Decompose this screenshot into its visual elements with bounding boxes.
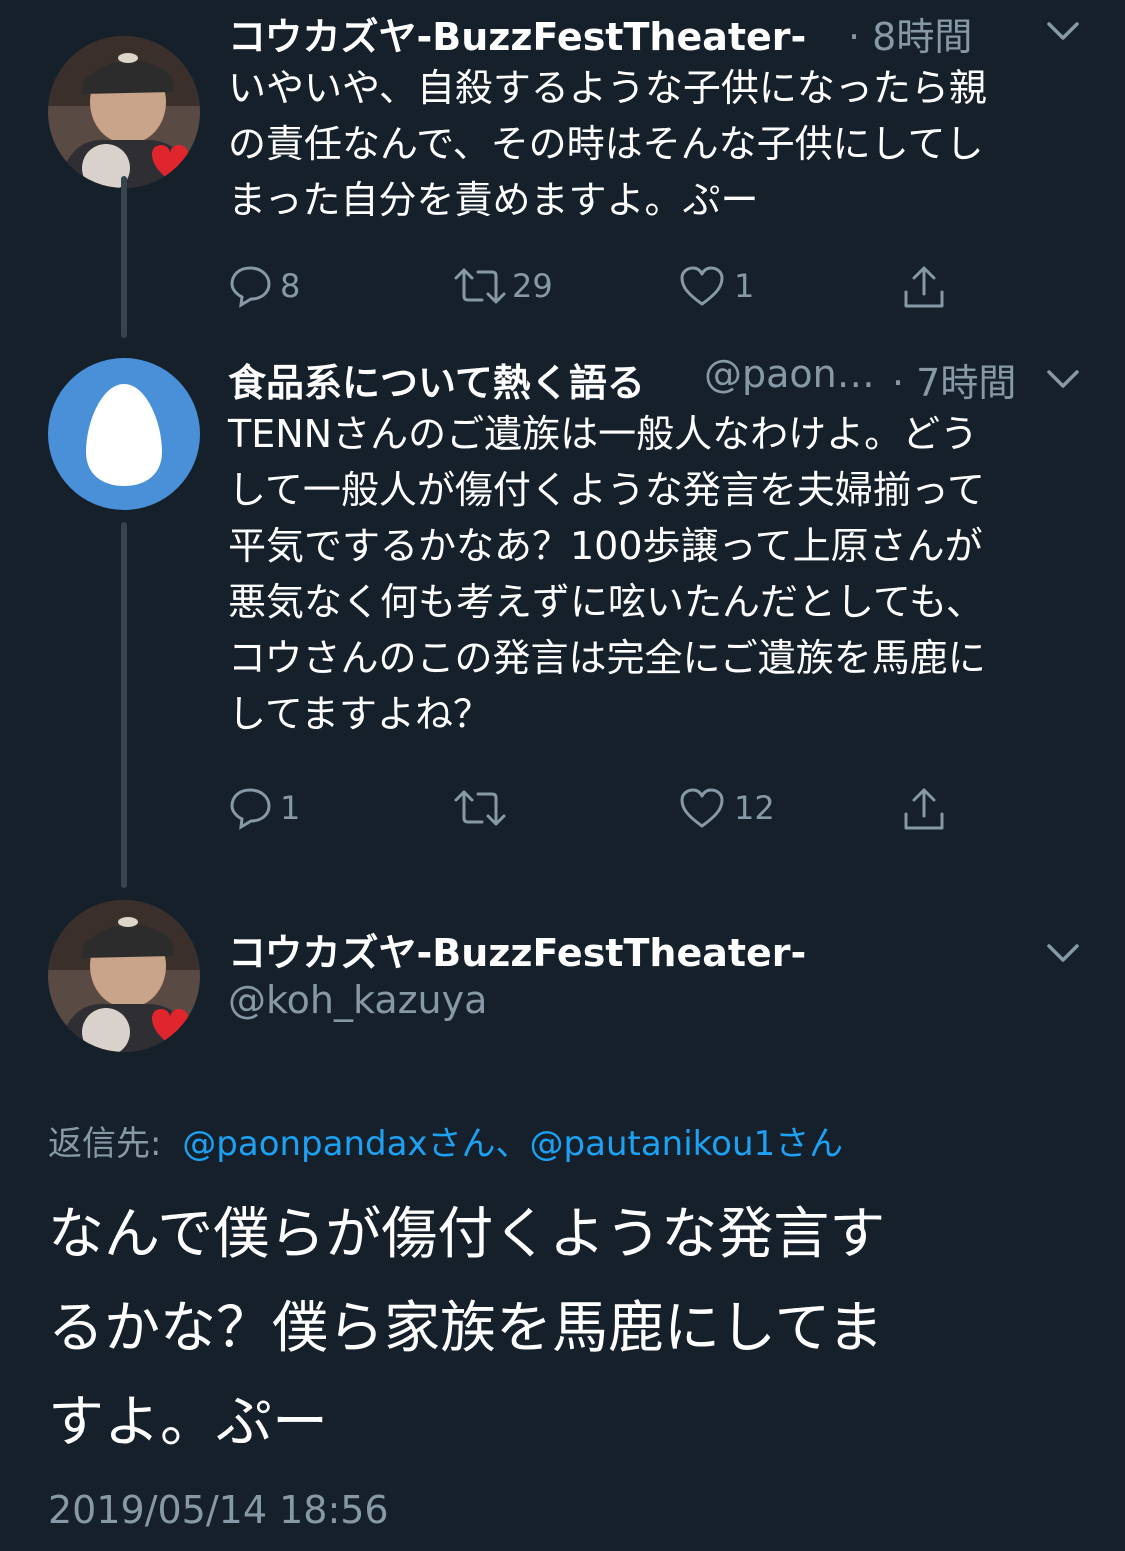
tweet-text: TENNさんのご遺族は一般人なわけよ。どう して一般人が傷付くような発言を夫婦揃… <box>228 412 986 736</box>
reply-button[interactable]: 1 <box>228 786 300 830</box>
retweet-count: 29 <box>512 267 553 305</box>
like-button[interactable]: 12 <box>678 786 775 830</box>
share-icon <box>904 788 944 830</box>
reply-button[interactable]: 8 <box>228 264 300 308</box>
heart-icon <box>680 788 724 828</box>
reply-to-line: 返信先: @paonpandaxさん、@pautanikou1さん <box>48 1116 843 1165</box>
user-avatar[interactable] <box>48 900 200 1052</box>
tweet-text: いやいや、自殺するような子供になったら親 の責任なんで、その時はそんな子供にして… <box>228 66 987 222</box>
reply-to-label: 返信先: <box>48 1124 162 1164</box>
retweet-button[interactable] <box>452 786 512 830</box>
chevron-down-icon[interactable] <box>1046 20 1080 44</box>
tweet-timestamp[interactable]: 2019/05/14 18:56 <box>48 1488 389 1532</box>
avatar-photo <box>48 900 200 1052</box>
tweet-time[interactable]: · 7時間 <box>892 352 1016 407</box>
heart-icon <box>680 266 724 306</box>
tweet-author-name[interactable]: 食品系について熱く語る <box>228 352 645 407</box>
default-egg-avatar <box>48 358 200 510</box>
reply-to-users[interactable]: @paonpandaxさん、@pautanikou1さん <box>182 1124 843 1164</box>
main-tweet-author-name[interactable]: コウカズヤ-BuzzFestTheater- <box>228 922 806 977</box>
share-icon <box>904 266 944 308</box>
user-avatar[interactable] <box>48 36 200 188</box>
chevron-down-icon[interactable] <box>1046 368 1080 392</box>
tweet-author-handle[interactable]: @paon… <box>704 352 875 396</box>
main-tweet-author-handle[interactable]: @koh_kazuya <box>228 978 487 1022</box>
reply-icon <box>230 266 271 308</box>
main-tweet-text: なんで僕らが傷付くような発言す るかな？僕ら家族を馬鹿にしてま すよ。ぷー <box>48 1202 886 1455</box>
tweet-time[interactable]: · 8時間 <box>848 6 972 61</box>
share-button[interactable] <box>900 262 948 312</box>
reply-icon <box>230 788 271 830</box>
reply-count: 8 <box>280 267 301 305</box>
retweet-icon <box>454 790 506 826</box>
reply-count: 1 <box>280 789 301 827</box>
retweet-icon <box>454 268 506 304</box>
chevron-down-icon[interactable] <box>1046 942 1080 966</box>
thread-connector <box>121 522 127 888</box>
tweet-author-name[interactable]: コウカズヤ-BuzzFestTheater- <box>228 6 806 61</box>
like-button[interactable]: 1 <box>678 264 754 308</box>
share-button[interactable] <box>900 784 948 834</box>
avatar-photo <box>48 36 200 188</box>
like-count: 1 <box>734 267 755 305</box>
thread-connector <box>121 176 127 338</box>
user-avatar[interactable] <box>48 358 200 510</box>
like-count: 12 <box>734 789 775 827</box>
retweet-button[interactable]: 29 <box>452 264 553 308</box>
